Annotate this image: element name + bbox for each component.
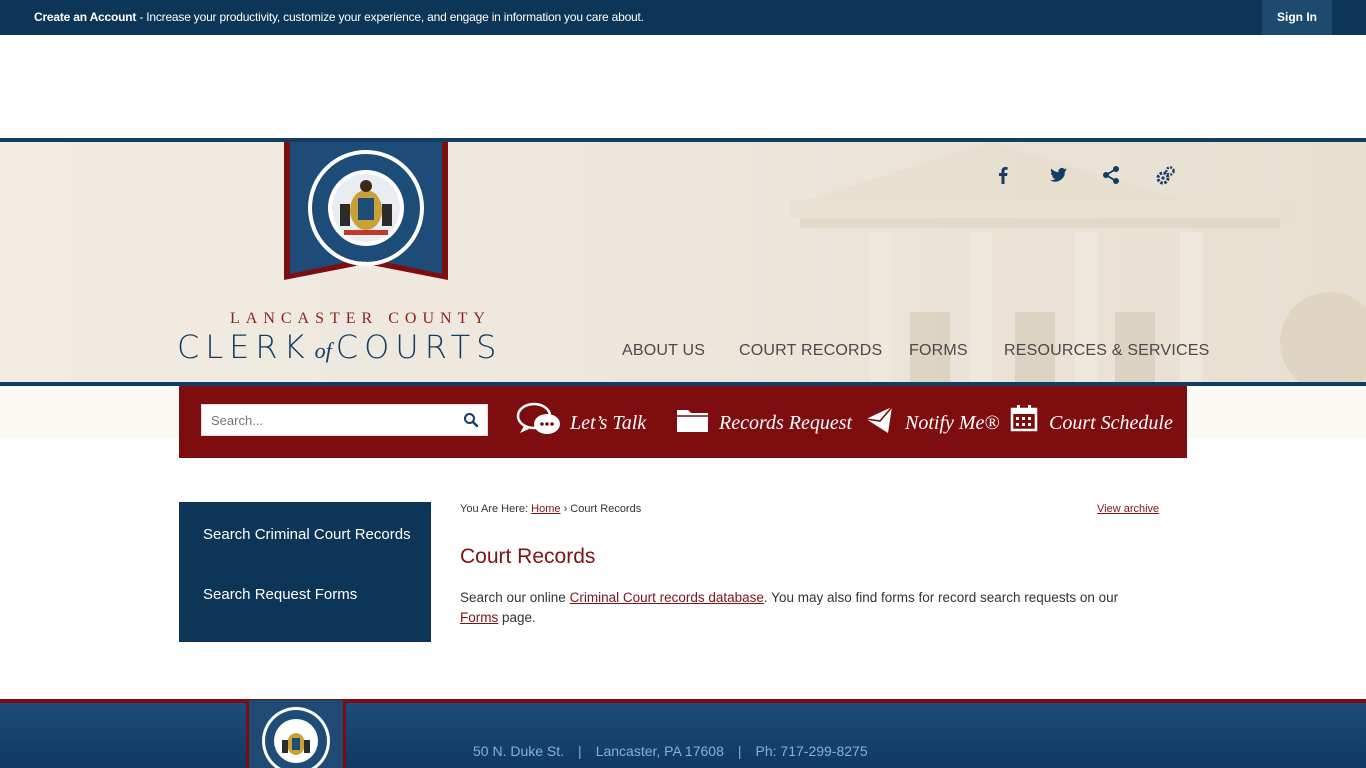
breadcrumb-prefix: You Are Here: (460, 503, 529, 515)
sidebar-nav: Search Criminal Court Records Search Req… (179, 502, 431, 642)
chat-bubbles-icon (516, 402, 560, 434)
site-search (201, 404, 488, 436)
folder-icon (677, 410, 708, 432)
brand-courts: COURTS (335, 328, 503, 366)
account-message: Create an Account - Increase your produc… (34, 10, 644, 24)
twitter-icon[interactable] (1047, 164, 1069, 186)
quicklink-records-request[interactable]: Records Request (676, 400, 852, 440)
footer-contact-info: 50 N. Duke St. | Lancaster, PA 17608 | Ph: 7… (473, 743, 868, 759)
envelope-icon (865, 406, 893, 433)
footer-separator: | (578, 743, 582, 759)
site-header: 1791 LANCASTER COUNTY CLERK of COURTS ABOU… (0, 138, 1366, 386)
nav-about-us[interactable]: ABOUT US (622, 342, 705, 360)
breadcrumb-current: Court Records (570, 503, 642, 515)
footer-phone[interactable]: Ph: 717-299-8275 (756, 743, 868, 759)
footer-seal-background (249, 700, 343, 768)
quicklink-court-schedule-label: Court Schedule (1049, 412, 1173, 434)
calendar-icon (1010, 405, 1038, 432)
forms-link[interactable]: Forms (460, 610, 498, 625)
nav-forms[interactable]: FORMS (909, 342, 968, 360)
quicklink-notify-me-label: Notify Me® (905, 412, 1000, 434)
footer-separator: | (737, 743, 742, 759)
page-title: Court Records (460, 545, 596, 568)
footer-city: Lancaster, PA 17608 (595, 743, 724, 759)
quicklink-lets-talk[interactable]: Let’s Talk (516, 400, 656, 440)
brand-clerk: CLERK (177, 328, 311, 366)
sidebar-item-search-request-forms[interactable]: Search Request Forms (203, 584, 413, 606)
search-input[interactable] (202, 405, 452, 435)
site-footer: 50 N. Duke St. | Lancaster, PA 17608 | Ph: 7… (0, 699, 1366, 768)
body-text-2: . You may also find forms for record sea… (763, 590, 1119, 605)
quicklink-lets-talk-label: Let’s Talk (570, 412, 647, 434)
quicklink-notify-me[interactable]: Notify Me® (864, 400, 1004, 440)
view-archive-link[interactable]: View archive (1097, 503, 1159, 515)
quicklink-records-request-label: Records Request (719, 412, 853, 434)
brand-title[interactable]: CLERK of COURTS (177, 328, 502, 366)
quick-links-bar: Let’s Talk Records Request Notify Me® Co… (179, 386, 1187, 458)
breadcrumb: You Are Here: Home › Court Records (460, 503, 641, 515)
brand-county: LANCASTER COUNTY (230, 310, 491, 327)
nav-resources-services[interactable]: RESOURCES & SERVICES (1004, 342, 1210, 360)
share-icon[interactable] (1100, 164, 1122, 186)
brand-of: of (314, 338, 332, 363)
create-account-link[interactable]: Create an Account (34, 10, 136, 24)
body-text-3: page. (498, 610, 536, 625)
nav-court-records[interactable]: COURT RECORDS (739, 342, 882, 360)
sidebar-item-search-criminal-court-records[interactable]: Search Criminal Court Records (203, 524, 413, 546)
account-bar: Create an Account - Increase your produc… (0, 0, 1366, 35)
facebook-icon[interactable] (992, 164, 1014, 186)
criminal-records-database-link[interactable]: Criminal Court records database (570, 590, 764, 605)
breadcrumb-separator: › (563, 503, 568, 515)
search-icon[interactable] (463, 412, 479, 428)
account-message-text: - Increase your productivity, customize … (136, 10, 644, 24)
settings-gears-icon[interactable] (1155, 164, 1177, 186)
footer-seal-banner (246, 700, 346, 768)
page-body-text: Search our online Criminal Court records… (460, 588, 1160, 628)
quicklink-court-schedule[interactable]: Court Schedule (1010, 400, 1180, 440)
breadcrumb-home-link[interactable]: Home (531, 503, 560, 515)
seal-year: 1791 (354, 260, 372, 270)
body-text-1: Search our online (460, 590, 570, 605)
footer-county-seal (262, 707, 330, 768)
footer-address: 50 N. Duke St. (473, 743, 565, 759)
sign-in-button[interactable]: Sign In (1262, 0, 1332, 35)
